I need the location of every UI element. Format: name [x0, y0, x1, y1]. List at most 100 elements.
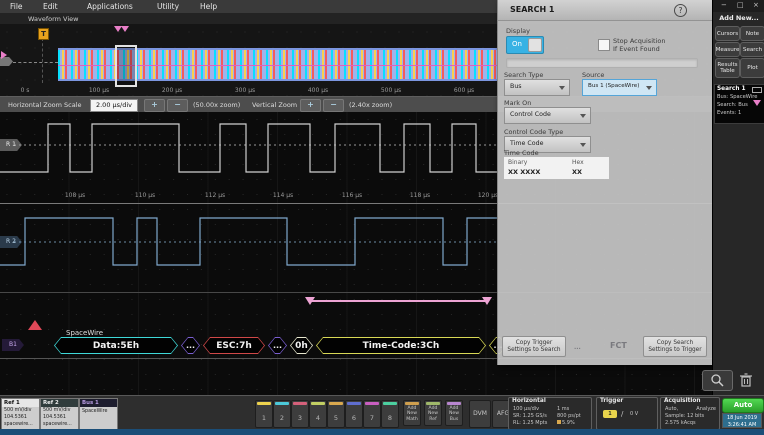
ref2-badge[interactable]: Ref 2 500 mV/div 104.5361 spacewire...	[40, 398, 79, 430]
decode-packet[interactable]: ...	[181, 337, 200, 354]
copy-trigger-to-search-button[interactable]: Copy TriggerSettings to Search	[502, 336, 566, 357]
channel-button-5[interactable]: 5	[327, 400, 345, 428]
compress-indicator-icon	[557, 420, 561, 424]
tab-waveform-view[interactable]: Waveform View	[28, 15, 79, 23]
mark-on-dropdown[interactable]: Control Code	[504, 107, 591, 124]
decode-packet[interactable]: ...	[268, 337, 287, 354]
chevron-down-icon	[559, 86, 565, 90]
decode-packet[interactable]: 0h	[290, 337, 313, 354]
right-sidebar: − □ × Add New... Cursors Note Measure Se…	[712, 0, 764, 395]
trigger-position-line	[42, 38, 43, 83]
search1-results-badge[interactable]: Search 1 Bus: SpaceWire Search: Bus Even…	[714, 84, 764, 124]
trigger-marker-icon	[28, 320, 42, 330]
bus-name-label: SpaceWire	[66, 329, 103, 337]
axis-tick: 114 µs	[273, 192, 293, 199]
source-label: Source	[582, 71, 604, 79]
horizontal-panel[interactable]: Horizontal 100 µs/div 1 ms SR: 1.25 GS/s…	[508, 397, 592, 430]
ghost-decode-fct: FCT	[610, 341, 627, 350]
toggle-on-label: On	[512, 40, 522, 48]
ref1-badge[interactable]: Ref 1 500 mV/div 104.5361 spacewire...	[1, 398, 40, 430]
trigger-flag-icon[interactable]: T	[38, 28, 49, 40]
decode-packet[interactable]: Time-Code:3Ch	[316, 337, 486, 354]
add-new-bus-button[interactable]: Add New Bus	[445, 400, 463, 426]
v-zoom-label: Vertical Zoom	[252, 101, 297, 109]
display-label: Display	[506, 27, 530, 35]
bus1-badge[interactable]: Bus 1 SpaceWire	[79, 398, 118, 430]
axis-tick: 112 µs	[205, 192, 225, 199]
h-zoom-factor: (50.00x zoom)	[193, 101, 240, 109]
menu-item-applications[interactable]: Applications	[87, 2, 133, 11]
v-zoom-minus-button[interactable]: −	[323, 99, 344, 112]
ghost-decode-ellipsis: ...	[574, 344, 581, 351]
add-new-math-button[interactable]: Add New Math	[403, 400, 421, 426]
trash-button[interactable]	[737, 372, 755, 388]
help-icon[interactable]: ?	[674, 4, 687, 17]
trigger-source-badge: 1	[603, 410, 617, 418]
cursors-button[interactable]: Cursors	[715, 26, 740, 41]
channel-button-1[interactable]: 1	[255, 400, 273, 428]
h-zoom-scale-label: Horizontal Zoom Scale	[8, 101, 82, 109]
binary-value[interactable]: XX XXXX	[508, 168, 540, 176]
axis-tick: 200 µs	[162, 87, 182, 94]
menu-item-edit[interactable]: Edit	[43, 2, 58, 11]
plot-button[interactable]: Plot	[740, 58, 764, 78]
decode-packet[interactable]: Data:5Eh	[54, 337, 178, 354]
add-new-label: Add New...	[713, 14, 764, 22]
source-dropdown[interactable]: Bus 1 (SpaceWire)	[582, 79, 657, 96]
search-type-dropdown[interactable]: Bus	[504, 79, 570, 96]
hex-value[interactable]: XX	[572, 168, 582, 176]
decode-packet[interactable]: ESC:7h	[203, 337, 265, 354]
axis-tick: 116 µs	[342, 192, 362, 199]
close-icon[interactable]: ×	[753, 1, 759, 9]
search-button[interactable]: Search	[740, 42, 764, 57]
control-code-type-label: Control Code Type	[504, 128, 563, 136]
h-zoom-plus-button[interactable]: +	[144, 99, 165, 112]
acquisition-panel[interactable]: Acquisition Auto, Analyze Sample: 12 bit…	[660, 397, 720, 430]
stop-acquisition-checkbox[interactable]	[598, 39, 610, 51]
axis-tick: 100 µs	[89, 87, 109, 94]
search-type-label: Search Type	[504, 71, 543, 79]
minimize-icon[interactable]: −	[721, 1, 727, 9]
bottom-accent-strip	[0, 429, 764, 435]
badge-icon	[752, 87, 762, 93]
stop-acq-label: Stop Acquisition	[613, 37, 665, 45]
maximize-icon[interactable]: □	[737, 1, 744, 9]
channel-button-8[interactable]: 8	[381, 400, 399, 428]
auto-run-button[interactable]: Auto	[722, 398, 764, 413]
h-zoom-minus-button[interactable]: −	[167, 99, 188, 112]
hex-label: Hex	[572, 159, 584, 166]
menu-item-utility[interactable]: Utility	[157, 2, 179, 11]
v-zoom-plus-button[interactable]: +	[300, 99, 321, 112]
add-new-ref-button[interactable]: Add New Ref	[424, 400, 442, 426]
menu-item-help[interactable]: Help	[200, 2, 217, 11]
trash-icon	[737, 372, 755, 388]
axis-tick: 400 µs	[308, 87, 328, 94]
axis-tick: 500 µs	[381, 87, 401, 94]
zoom-overlay-button[interactable]	[702, 370, 733, 391]
channel-button-3[interactable]: 3	[291, 400, 309, 428]
menu-item-file[interactable]: File	[10, 2, 23, 11]
zoom-selection-box[interactable]	[115, 45, 137, 87]
axis-tick: 600 µs	[454, 87, 474, 94]
trigger-panel[interactable]: Trigger 1 / 0 V	[596, 397, 658, 430]
copy-search-to-trigger-button[interactable]: Copy SearchSettings to Trigger	[643, 336, 707, 357]
dvm-button[interactable]: DVM	[469, 400, 491, 428]
results-strip	[506, 58, 698, 68]
time-code-label: Time Code	[504, 149, 539, 157]
axis-tick: 108 µs	[65, 192, 85, 199]
note-button[interactable]: Note	[740, 26, 764, 41]
chevron-down-icon	[580, 114, 586, 118]
channel-button-6[interactable]: 6	[345, 400, 363, 428]
channel-button-4[interactable]: 4	[309, 400, 327, 428]
h-zoom-scale-input[interactable]: 2.00 µs/div	[90, 99, 138, 112]
channel-button-2[interactable]: 2	[273, 400, 291, 428]
event-mark-icon	[753, 100, 761, 106]
slope-icon: /	[621, 410, 623, 418]
axis-tick: 110 µs	[135, 192, 155, 199]
results-table-button[interactable]: Results Table	[715, 58, 740, 78]
display-on-toggle[interactable]: On	[506, 36, 544, 54]
time-code-value-box[interactable]: Binary XX XXXX Hex XX	[504, 157, 609, 179]
search-dialog-header[interactable]: SEARCH 1 ?	[498, 0, 713, 21]
channel-button-7[interactable]: 7	[363, 400, 381, 428]
measure-button[interactable]: Measure	[715, 42, 740, 57]
